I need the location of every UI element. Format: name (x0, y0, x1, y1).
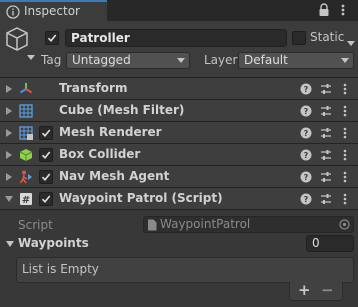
chevron-down-icon[interactable] (27, 49, 35, 63)
mesh-renderer-icon (19, 126, 33, 143)
help-icon[interactable]: ? (300, 193, 312, 208)
chevron-down-icon[interactable] (6, 241, 14, 247)
svg-text:?: ? (304, 195, 309, 204)
component-enabled-checkbox[interactable] (39, 192, 53, 206)
script-value: WaypointPatrol (160, 217, 251, 231)
component-enabled-checkbox[interactable] (39, 126, 53, 140)
presets-icon[interactable] (320, 105, 332, 120)
kebab-menu-icon[interactable] (343, 193, 347, 208)
component-label: Box Collider (59, 147, 141, 161)
help-icon[interactable]: ? (300, 127, 312, 142)
script-label: Script (18, 218, 53, 232)
svg-text:?: ? (304, 85, 309, 94)
kebab-menu-icon[interactable] (343, 127, 347, 142)
script-icon: # (19, 192, 33, 209)
chevron-right-icon[interactable] (6, 107, 12, 115)
chevron-right-icon[interactable] (6, 85, 12, 93)
layer-value: Default (244, 53, 288, 67)
svg-text:#: # (22, 195, 30, 206)
chevron-down-icon (177, 58, 185, 63)
presets-icon[interactable] (320, 193, 332, 208)
kebab-menu-icon[interactable] (343, 83, 347, 98)
layer-dropdown[interactable]: Default (238, 52, 354, 69)
tab-bar: Inspector (0, 0, 358, 21)
component-mesh-filter[interactable]: Cube (Mesh Filter) ? (0, 100, 358, 122)
component-label: Nav Mesh Agent (59, 169, 170, 183)
waypoints-list: List is Empty (16, 257, 354, 283)
list-empty-text: List is Empty (22, 262, 99, 276)
transform-icon (19, 82, 33, 99)
nav-mesh-agent-icon (19, 170, 33, 187)
box-collider-icon (19, 148, 33, 165)
help-icon[interactable]: ? (300, 105, 312, 120)
script-object-field: WaypointPatrol (143, 216, 354, 233)
mesh-filter-icon (19, 104, 33, 121)
object-picker-icon[interactable] (339, 219, 350, 234)
list-footer: + − (289, 281, 343, 301)
kebab-menu-icon[interactable] (343, 171, 347, 186)
remove-element-button[interactable]: − (321, 281, 334, 299)
tab-inspector[interactable]: Inspector (0, 0, 107, 21)
object-name-input[interactable]: Patroller (65, 29, 287, 47)
info-icon (6, 5, 20, 22)
svg-text:?: ? (304, 107, 309, 116)
static-label: Static (310, 30, 345, 44)
component-label: Mesh Renderer (59, 125, 162, 139)
waypoints-label[interactable]: Waypoints (18, 236, 89, 250)
gameobject-header: Patroller Static Tag Untagged Layer Defa… (0, 21, 358, 78)
tag-label: Tag (41, 53, 62, 67)
component-transform[interactable]: Transform ? (0, 78, 358, 100)
script-file-icon (147, 219, 157, 235)
active-checkbox[interactable] (45, 31, 59, 45)
tag-value: Untagged (72, 53, 131, 67)
static-checkbox[interactable] (292, 31, 306, 45)
component-label: Waypoint Patrol (Script) (59, 191, 223, 205)
chevron-down-icon (341, 58, 349, 63)
presets-icon[interactable] (320, 127, 332, 142)
chevron-right-icon[interactable] (6, 129, 12, 137)
chevron-right-icon[interactable] (6, 151, 12, 159)
kebab-menu-icon[interactable] (343, 105, 347, 120)
tab-menu-icon[interactable] (340, 3, 346, 20)
presets-icon[interactable] (320, 149, 332, 164)
tab-label: Inspector (24, 4, 80, 18)
component-enabled-checkbox[interactable] (39, 148, 53, 162)
add-element-button[interactable]: + (298, 281, 311, 299)
component-label: Cube (Mesh Filter) (59, 103, 185, 117)
component-enabled-checkbox[interactable] (39, 170, 53, 184)
help-icon[interactable]: ? (300, 149, 312, 164)
component-box-collider[interactable]: Box Collider ? (0, 144, 358, 166)
layer-label: Layer (204, 53, 238, 67)
presets-icon[interactable] (320, 171, 332, 186)
svg-text:?: ? (304, 129, 309, 138)
tag-dropdown[interactable]: Untagged (66, 52, 190, 69)
waypoints-size-input[interactable]: 0 (306, 235, 354, 252)
svg-text:?: ? (304, 173, 309, 182)
presets-icon[interactable] (320, 83, 332, 98)
help-icon[interactable]: ? (300, 83, 312, 98)
chevron-right-icon[interactable] (6, 173, 12, 181)
component-label: Transform (59, 81, 128, 95)
lock-icon[interactable] (318, 3, 330, 20)
svg-text:?: ? (304, 151, 309, 160)
component-mesh-renderer[interactable]: Mesh Renderer ? (0, 122, 358, 144)
chevron-down-icon[interactable] (347, 35, 355, 49)
kebab-menu-icon[interactable] (343, 149, 347, 164)
component-nav-mesh-agent[interactable]: Nav Mesh Agent ? (0, 166, 358, 188)
help-icon[interactable]: ? (300, 171, 312, 186)
component-waypoint-patrol[interactable]: # Waypoint Patrol (Script) ? (0, 188, 358, 210)
chevron-down-icon[interactable] (5, 196, 13, 202)
